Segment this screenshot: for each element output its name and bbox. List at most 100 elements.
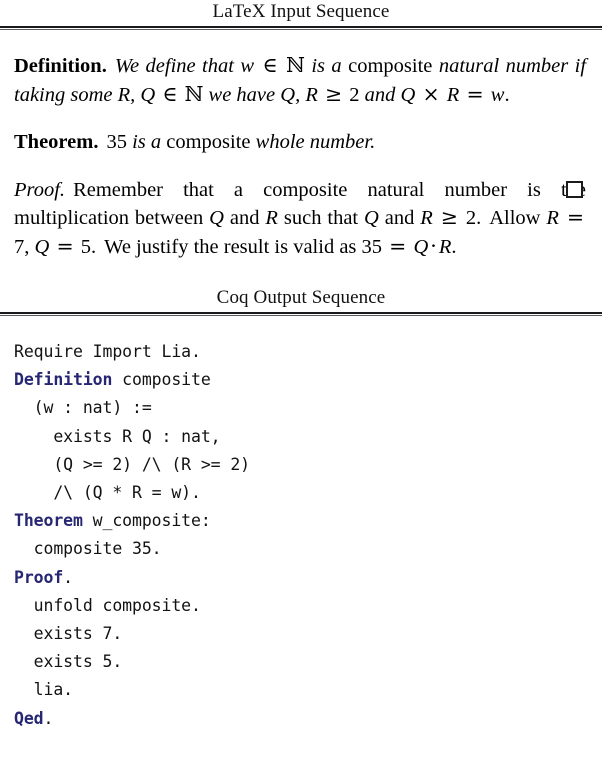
coq-code-block: Require Import Lia. Definition composite … [0, 316, 602, 733]
code-text: unfold composite. [14, 595, 201, 615]
code-line: (Q >= 2) /\ (R >= 2) [14, 451, 602, 479]
code-text: (Q >= 2) /\ (R >= 2) [14, 454, 251, 474]
proof-paragraph: Proof. Remember that a composite natural … [14, 177, 586, 262]
rule-thin-line [0, 29, 602, 30]
code-line: lia. [14, 676, 602, 704]
proof-cdot: · [430, 233, 437, 258]
code-line: Definition composite [14, 366, 602, 394]
code-text: exists 5. [14, 652, 123, 672]
coq-top-rule [0, 309, 602, 316]
definition-var-r-1: R [117, 83, 131, 106]
theorem-num-35: 35 [106, 131, 127, 153]
code-text: exists 7. [14, 624, 123, 644]
code-line: composite 35. [14, 535, 602, 563]
code-text: . [43, 708, 54, 728]
code-keyword: Theorem [14, 511, 83, 531]
theorem-period: . [370, 131, 376, 153]
code-text: lia. [14, 680, 74, 700]
proof-text-3: Allow [489, 207, 541, 229]
proof-num-2: 2 [465, 207, 477, 229]
definition-text-2: is a [311, 55, 342, 77]
code-text: . [63, 567, 74, 587]
code-keyword: Proof [14, 567, 64, 587]
code-text: (w : nat) := [14, 398, 152, 418]
code-line: exists 5. [14, 648, 602, 676]
code-line: Proof. [14, 564, 602, 592]
definition-period: . [504, 83, 510, 106]
proof-var-r-4: R [438, 235, 452, 258]
code-text: Require Import Lia. [14, 342, 201, 361]
proof-var-r-2: R [420, 207, 433, 229]
code-line: Theorem w_composite: [14, 507, 602, 535]
definition-text-1: We define that [114, 55, 234, 77]
proof-var-q-1: Q [209, 207, 224, 229]
theorem-text-1: is a [132, 131, 162, 153]
definition-natset-2: ℕ [184, 81, 204, 106]
rule-thick-line [0, 26, 602, 28]
proof-comma-1: , [24, 235, 30, 258]
theorem-text-2: whole number [255, 131, 371, 153]
code-text: exists R Q : nat, [14, 426, 221, 446]
proof-geq: ≥ [440, 205, 458, 229]
definition-var-q-1: Q [140, 83, 156, 106]
code-text: w_composite: [82, 511, 211, 531]
definition-text-5: and [364, 83, 396, 106]
proof-text-2: such that [283, 207, 359, 229]
proof-num-35: 35 [361, 235, 383, 258]
proof-eq-1: = [566, 205, 585, 229]
proof-period-1: . [476, 207, 482, 229]
code-text: composite [112, 370, 211, 390]
definition-lead: Definition. [14, 55, 107, 77]
proof-and-2: and [384, 207, 415, 229]
code-keyword: Definition [14, 370, 113, 390]
latex-section-caption: LaTeX Input Sequence [212, 1, 390, 22]
proof-lead: Proof. [14, 178, 66, 201]
proof-period-3: . [451, 235, 457, 258]
code-line: Require Import Lia. [14, 338, 602, 366]
proof-text-4: We justify the result is valid as [104, 235, 357, 258]
theorem-paragraph: Theorem. 35 is a composite whole number. [14, 129, 586, 157]
code-text: composite 35. [14, 539, 162, 559]
code-line: unfold composite. [14, 592, 602, 620]
code-line: Qed. [14, 705, 602, 733]
code-keyword: Qed [14, 708, 44, 728]
definition-text-composite: composite [348, 55, 433, 77]
proof-eq-2: = [56, 233, 74, 258]
theorem-text-composite: composite [166, 131, 251, 153]
code-line: exists R Q : nat, [14, 423, 602, 451]
definition-var-w: w [240, 55, 255, 77]
latex-body: Definition. We define that w ∈ ℕ is a com… [0, 52, 602, 261]
figure-page: LaTeX Input Sequence Definition. We defin… [0, 0, 602, 780]
definition-text-4: we have [208, 83, 276, 106]
proof-num-5: 5 [80, 235, 91, 258]
coq-section-caption: Coq Output Sequence [216, 287, 386, 308]
code-line: /\ (Q * R = w). [14, 479, 602, 507]
definition-comma-2: , [295, 83, 301, 106]
definition-paragraph: Definition. We define that w ∈ ℕ is a com… [14, 52, 586, 109]
definition-in-1: ∈ [262, 53, 278, 77]
definition-eq: = [466, 81, 484, 106]
definition-comma-1: , [130, 83, 136, 106]
definition-num-2: 2 [349, 83, 360, 106]
proof-period-2: . [91, 235, 97, 258]
proof-eq-3: = [389, 233, 407, 258]
definition-in-2: ∈ [162, 81, 178, 106]
qed-square-icon [566, 180, 583, 198]
proof-var-r-1: R [265, 207, 278, 229]
latex-top-rule [0, 23, 602, 30]
proof-and-1: and [229, 207, 260, 229]
proof-var-q-3: Q [34, 235, 50, 258]
definition-var-q-3: Q [400, 83, 416, 106]
code-text: /\ (Q * R = w). [14, 483, 201, 503]
theorem-lead: Theorem. [14, 131, 99, 153]
definition-geq: ≥ [324, 81, 343, 106]
proof-var-q-4: Q [413, 235, 429, 258]
proof-var-q-2: Q [364, 207, 379, 229]
definition-var-w-2: w [490, 83, 505, 106]
definition-var-r-2: R [305, 83, 318, 106]
definition-var-q-2: Q [280, 83, 296, 106]
code-line: exists 7. [14, 620, 602, 648]
definition-natset-1: ℕ [286, 53, 305, 77]
code-line: (w : nat) := [14, 394, 602, 422]
rule-thick-line [0, 312, 602, 314]
